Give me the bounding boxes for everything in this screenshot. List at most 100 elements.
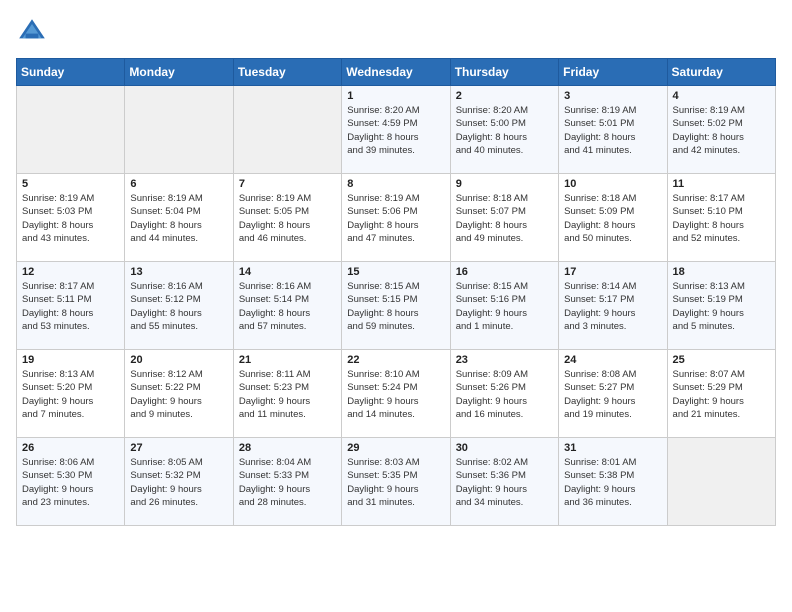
calendar-cell: 5Sunrise: 8:19 AM Sunset: 5:03 PM Daylig… — [17, 174, 125, 262]
day-info: Sunrise: 8:17 AM Sunset: 5:11 PM Dayligh… — [22, 280, 119, 333]
day-number: 3 — [564, 90, 661, 102]
day-header-sunday: Sunday — [17, 59, 125, 86]
day-number: 18 — [673, 266, 770, 278]
day-info: Sunrise: 8:10 AM Sunset: 5:24 PM Dayligh… — [347, 368, 444, 421]
day-info: Sunrise: 8:17 AM Sunset: 5:10 PM Dayligh… — [673, 192, 770, 245]
calendar-cell — [233, 86, 341, 174]
day-number: 21 — [239, 354, 336, 366]
day-number: 8 — [347, 178, 444, 190]
day-info: Sunrise: 8:01 AM Sunset: 5:38 PM Dayligh… — [564, 456, 661, 509]
day-number: 2 — [456, 90, 553, 102]
calendar-cell: 31 Sunrise: 8:01 AM Sunset: 5:38 PM Dayli… — [559, 438, 667, 526]
day-info: Sunrise: 8:19 AM Sunset: 5:04 PM Dayligh… — [130, 192, 227, 245]
day-number: 22 — [347, 354, 444, 366]
day-info: Sunrise: 8:19 AM Sunset: 5:05 PM Dayligh… — [239, 192, 336, 245]
day-info: Sunrise: 8:19 AM Sunset: 5:01 PM Dayligh… — [564, 104, 661, 157]
calendar-cell: 14 Sunrise: 8:16 AM Sunset: 5:14 PM Dayli… — [233, 262, 341, 350]
day-header-wednesday: Wednesday — [342, 59, 450, 86]
calendar-cell: 20 Sunrise: 8:12 AM Sunset: 5:22 PM Dayli… — [125, 350, 233, 438]
week-row-4: 19Sunrise: 8:13 AM Sunset: 5:20 PM Dayli… — [17, 350, 776, 438]
calendar-header: SundayMondayTuesdayWednesdayThursdayFrid… — [17, 59, 776, 86]
calendar-cell: 19Sunrise: 8:13 AM Sunset: 5:20 PM Dayli… — [17, 350, 125, 438]
day-info: Sunrise: 8:15 AM Sunset: 5:16 PM Dayligh… — [456, 280, 553, 333]
calendar-body: 1Sunrise: 8:20 AM Sunset: 4:59 PM Daylig… — [17, 86, 776, 526]
logo-icon — [16, 16, 48, 48]
day-info: Sunrise: 8:18 AM Sunset: 5:07 PM Dayligh… — [456, 192, 553, 245]
calendar-cell: 29 Sunrise: 8:03 AM Sunset: 5:35 PM Dayli… — [342, 438, 450, 526]
header — [16, 16, 776, 48]
calendar-cell: 2 Sunrise: 8:20 AM Sunset: 5:00 PM Daylig… — [450, 86, 558, 174]
page: SundayMondayTuesdayWednesdayThursdayFrid… — [0, 0, 792, 612]
calendar-cell: 23 Sunrise: 8:09 AM Sunset: 5:26 PM Dayli… — [450, 350, 558, 438]
day-info: Sunrise: 8:11 AM Sunset: 5:23 PM Dayligh… — [239, 368, 336, 421]
day-info: Sunrise: 8:19 AM Sunset: 5:06 PM Dayligh… — [347, 192, 444, 245]
calendar-cell: 30 Sunrise: 8:02 AM Sunset: 5:36 PM Dayli… — [450, 438, 558, 526]
day-info: Sunrise: 8:04 AM Sunset: 5:33 PM Dayligh… — [239, 456, 336, 509]
day-info: Sunrise: 8:12 AM Sunset: 5:22 PM Dayligh… — [130, 368, 227, 421]
day-info: Sunrise: 8:20 AM Sunset: 5:00 PM Dayligh… — [456, 104, 553, 157]
calendar-cell — [17, 86, 125, 174]
week-row-5: 26Sunrise: 8:06 AM Sunset: 5:30 PM Dayli… — [17, 438, 776, 526]
day-number: 6 — [130, 178, 227, 190]
calendar-cell — [125, 86, 233, 174]
calendar-cell: 1Sunrise: 8:20 AM Sunset: 4:59 PM Daylig… — [342, 86, 450, 174]
day-number: 4 — [673, 90, 770, 102]
day-number: 25 — [673, 354, 770, 366]
calendar-cell: 15 Sunrise: 8:15 AM Sunset: 5:15 PM Dayli… — [342, 262, 450, 350]
day-number: 1 — [347, 90, 444, 102]
day-number: 23 — [456, 354, 553, 366]
day-info: Sunrise: 8:07 AM Sunset: 5:29 PM Dayligh… — [673, 368, 770, 421]
day-number: 27 — [130, 442, 227, 454]
calendar-cell: 25 Sunrise: 8:07 AM Sunset: 5:29 PM Dayli… — [667, 350, 775, 438]
day-header-saturday: Saturday — [667, 59, 775, 86]
day-number: 20 — [130, 354, 227, 366]
calendar-table: SundayMondayTuesdayWednesdayThursdayFrid… — [16, 58, 776, 526]
day-info: Sunrise: 8:02 AM Sunset: 5:36 PM Dayligh… — [456, 456, 553, 509]
day-number: 14 — [239, 266, 336, 278]
calendar-cell: 13 Sunrise: 8:16 AM Sunset: 5:12 PM Dayli… — [125, 262, 233, 350]
calendar-cell: 7 Sunrise: 8:19 AM Sunset: 5:05 PM Daylig… — [233, 174, 341, 262]
calendar-cell: 9 Sunrise: 8:18 AM Sunset: 5:07 PM Daylig… — [450, 174, 558, 262]
day-number: 15 — [347, 266, 444, 278]
header-row: SundayMondayTuesdayWednesdayThursdayFrid… — [17, 59, 776, 86]
week-row-2: 5Sunrise: 8:19 AM Sunset: 5:03 PM Daylig… — [17, 174, 776, 262]
calendar-cell: 26Sunrise: 8:06 AM Sunset: 5:30 PM Dayli… — [17, 438, 125, 526]
day-info: Sunrise: 8:14 AM Sunset: 5:17 PM Dayligh… — [564, 280, 661, 333]
day-number: 24 — [564, 354, 661, 366]
day-info: Sunrise: 8:16 AM Sunset: 5:14 PM Dayligh… — [239, 280, 336, 333]
day-info: Sunrise: 8:16 AM Sunset: 5:12 PM Dayligh… — [130, 280, 227, 333]
calendar-cell: 18 Sunrise: 8:13 AM Sunset: 5:19 PM Dayli… — [667, 262, 775, 350]
calendar-cell: 24 Sunrise: 8:08 AM Sunset: 5:27 PM Dayli… — [559, 350, 667, 438]
day-number: 13 — [130, 266, 227, 278]
day-info: Sunrise: 8:15 AM Sunset: 5:15 PM Dayligh… — [347, 280, 444, 333]
calendar-cell: 27Sunrise: 8:05 AM Sunset: 5:32 PM Dayli… — [125, 438, 233, 526]
calendar-cell: 10Sunrise: 8:18 AM Sunset: 5:09 PM Dayli… — [559, 174, 667, 262]
day-header-tuesday: Tuesday — [233, 59, 341, 86]
calendar-cell: 16Sunrise: 8:15 AM Sunset: 5:16 PM Dayli… — [450, 262, 558, 350]
day-number: 17 — [564, 266, 661, 278]
day-number: 12 — [22, 266, 119, 278]
day-info: Sunrise: 8:08 AM Sunset: 5:27 PM Dayligh… — [564, 368, 661, 421]
calendar-cell: 8 Sunrise: 8:19 AM Sunset: 5:06 PM Daylig… — [342, 174, 450, 262]
day-header-friday: Friday — [559, 59, 667, 86]
week-row-3: 12 Sunrise: 8:17 AM Sunset: 5:11 PM Dayli… — [17, 262, 776, 350]
day-number: 7 — [239, 178, 336, 190]
day-info: Sunrise: 8:13 AM Sunset: 5:19 PM Dayligh… — [673, 280, 770, 333]
day-number: 31 — [564, 442, 661, 454]
calendar-cell: 21 Sunrise: 8:11 AM Sunset: 5:23 PM Dayli… — [233, 350, 341, 438]
calendar-cell: 22 Sunrise: 8:10 AM Sunset: 5:24 PM Dayli… — [342, 350, 450, 438]
day-info: Sunrise: 8:09 AM Sunset: 5:26 PM Dayligh… — [456, 368, 553, 421]
day-number: 9 — [456, 178, 553, 190]
calendar-cell: 3 Sunrise: 8:19 AM Sunset: 5:01 PM Daylig… — [559, 86, 667, 174]
calendar-cell: 6 Sunrise: 8:19 AM Sunset: 5:04 PM Daylig… — [125, 174, 233, 262]
calendar-cell: 11Sunrise: 8:17 AM Sunset: 5:10 PM Dayli… — [667, 174, 775, 262]
day-header-thursday: Thursday — [450, 59, 558, 86]
day-number: 29 — [347, 442, 444, 454]
calendar-cell: 12 Sunrise: 8:17 AM Sunset: 5:11 PM Dayli… — [17, 262, 125, 350]
day-info: Sunrise: 8:13 AM Sunset: 5:20 PM Dayligh… — [22, 368, 119, 421]
calendar-cell: 28Sunrise: 8:04 AM Sunset: 5:33 PM Dayli… — [233, 438, 341, 526]
day-number: 30 — [456, 442, 553, 454]
day-info: Sunrise: 8:19 AM Sunset: 5:02 PM Dayligh… — [673, 104, 770, 157]
day-info: Sunrise: 8:06 AM Sunset: 5:30 PM Dayligh… — [22, 456, 119, 509]
day-info: Sunrise: 8:03 AM Sunset: 5:35 PM Dayligh… — [347, 456, 444, 509]
